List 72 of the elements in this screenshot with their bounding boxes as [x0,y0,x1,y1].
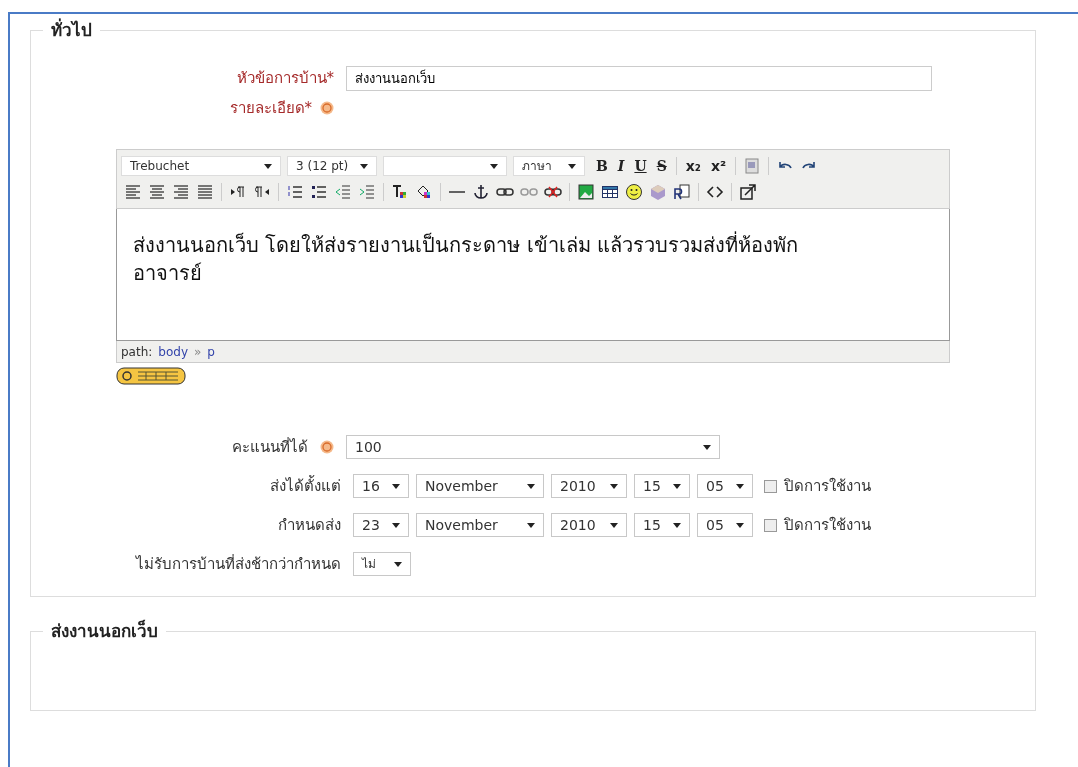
dropdown-caret-icon [736,483,744,489]
dropdown-caret-icon [673,483,681,489]
outdent-icon[interactable] [334,183,352,201]
bullet-list-icon[interactable] [310,183,328,201]
fill-color-icon[interactable] [415,183,433,201]
field-label: ส่งได้ตั้งแต่ [269,474,342,497]
hour-dropdown[interactable]: 15 [634,474,690,498]
format-button[interactable]: U [629,159,652,173]
path-link[interactable]: body [158,342,188,361]
format-button[interactable]: B [591,159,613,173]
align-right-icon[interactable] [172,183,190,201]
toolbar-dropdown[interactable]: Trebuchet [121,156,281,176]
hour-dropdown[interactable]: 15 [634,513,690,537]
checkbox-label: ปิดการใช้งาน [784,475,871,497]
field-label: หัวข้อการบ้าน* [235,67,335,89]
dropdown-caret-icon [527,522,535,528]
help-icon[interactable] [320,100,334,115]
align-justify-icon[interactable] [196,183,214,201]
format-button[interactable]: x² [705,159,732,173]
anchor-icon[interactable] [472,183,490,201]
indent-icon[interactable] [358,183,376,201]
section-legend: ทั่วไป [43,18,100,44]
align-center-icon[interactable] [148,183,166,201]
month-dropdown[interactable]: November [416,513,544,537]
field-label: คะแนนที่ได้ [232,436,308,458]
dropdown-caret-icon [610,522,618,528]
disable-checkbox[interactable] [764,518,777,532]
dropdown-caret-icon [568,163,576,169]
path-separator: » [194,343,202,361]
keyboard-help-icon[interactable] [116,367,186,385]
dropdown-caret-icon [703,444,711,450]
late-submission-dropdown[interactable]: ไม่ [353,552,411,576]
format-button[interactable]: S [651,159,672,173]
year-dropdown[interactable]: 2010 [551,474,627,498]
dropdown-caret-icon [392,483,400,489]
dropdown-caret-icon [673,522,681,528]
dropdown-caret-icon [490,163,498,169]
disable-checkbox[interactable] [764,479,777,493]
dropdown-caret-icon [360,163,368,169]
year-dropdown[interactable]: 2010 [551,513,627,537]
document-search-icon[interactable] [673,183,691,201]
grade-dropdown[interactable]: 100 [346,435,720,459]
dropdown-caret-icon [264,163,272,169]
month-dropdown[interactable]: November [416,474,544,498]
align-left-icon[interactable] [124,183,142,201]
dropdown-caret-icon [610,483,618,489]
minute-dropdown[interactable]: 05 [697,513,753,537]
fullscreen-icon[interactable] [739,183,757,201]
format-button[interactable]: I [612,159,630,173]
minute-dropdown[interactable]: 05 [697,474,753,498]
format-button[interactable]: x₂ [680,159,706,173]
image-icon[interactable] [577,183,595,201]
toolbar-dropdown[interactable]: ภาษา [513,156,585,176]
dropdown-caret-icon [736,522,744,528]
field-label: กำหนดส่ง [277,514,342,536]
day-dropdown[interactable]: 16 [353,474,409,498]
dropdown-caret-icon [394,561,402,567]
field-label: ไม่รับการบ้านที่ส่งช้ากว่ากำหนด [134,553,342,575]
dropdown-caret-icon [527,483,535,489]
smiley-icon[interactable] [625,183,643,201]
text-color-icon[interactable] [391,183,409,201]
day-dropdown[interactable]: 23 [353,513,409,537]
help-icon[interactable] [320,440,334,454]
checkbox-label: ปิดการใช้งาน [784,514,871,536]
path-link[interactable]: p [207,342,215,361]
toolbar-dropdown[interactable]: 3 (12 pt) [287,156,377,176]
path-label: path: [121,343,153,361]
dropdown-caret-icon [392,522,400,528]
section-legend: ส่งงานนอกเว็บ [43,619,166,645]
title-input[interactable]: ส่งงานนอกเว็บ [346,65,932,91]
field-label: รายละเอียด* [229,97,312,119]
numbered-list-icon[interactable] [286,183,304,201]
